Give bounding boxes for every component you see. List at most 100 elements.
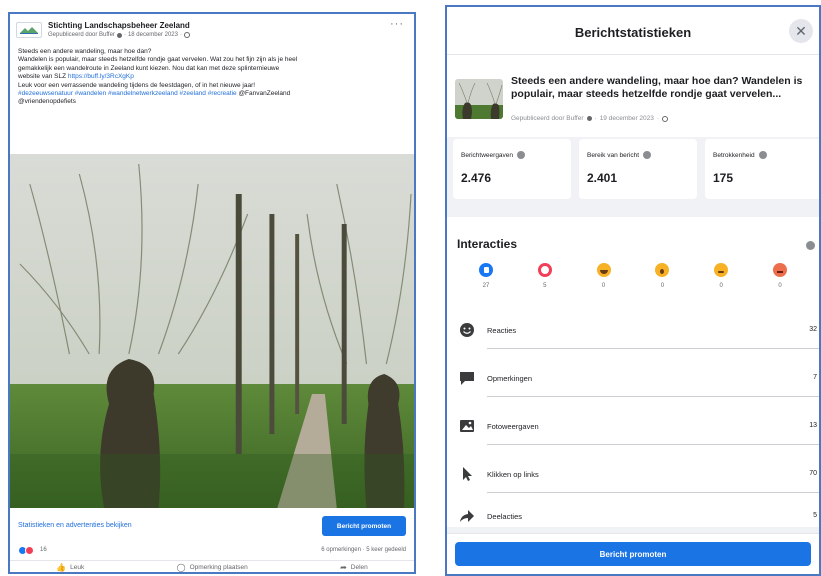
interaction-label: Fotoweergaven bbox=[487, 422, 539, 431]
page-name[interactable]: Stichting Landschapsbeheer Zeeland bbox=[48, 21, 190, 30]
reaction-summary[interactable] bbox=[18, 546, 34, 555]
stat-value: 2.401 bbox=[587, 171, 618, 185]
stat-cards: Berichtweergaven 2.476 Bereik van berich… bbox=[453, 139, 819, 199]
interaction-row-shares[interactable]: Deelacties 5 bbox=[457, 499, 819, 535]
post-preview-text: Steeds een andere wandeling, maar hoe da… bbox=[511, 75, 803, 100]
preview-date: 19 december 2023 bbox=[599, 115, 654, 122]
screenshot-stage: Stichting Landschapsbeheer Zeeland Gepub… bbox=[0, 0, 821, 576]
reaction-angry: 0 bbox=[757, 263, 803, 299]
post-text: Steeds een andere wandeling, maar hoe da… bbox=[18, 48, 410, 107]
stat-label: Bereik van bericht bbox=[587, 151, 640, 159]
reaction-count: 27 bbox=[482, 283, 490, 289]
interaction-label: Deelacties bbox=[487, 512, 523, 521]
post-hashtags[interactable]: #dezeeuwsenatuur #wandelen #wandelnetwer… bbox=[18, 90, 237, 97]
info-icon[interactable] bbox=[643, 151, 652, 159]
more-horizontal-icon[interactable]: ··· bbox=[390, 19, 404, 30]
reaction-count: 0 bbox=[660, 283, 665, 289]
post-photo[interactable] bbox=[10, 154, 414, 508]
share-arrow-icon: ➦ bbox=[340, 563, 347, 572]
reaction-count: 5 bbox=[543, 283, 547, 289]
published-by: Gepubliceerd door Buffer bbox=[48, 32, 115, 38]
stat-card-impressions: Berichtweergaven 2.476 bbox=[453, 139, 571, 199]
interaction-label: Klikken op links bbox=[487, 470, 539, 479]
reaction-breakdown: 27 5 0 0 0 0 bbox=[463, 263, 803, 299]
stat-label: Betrokkenheid bbox=[713, 151, 755, 159]
interaction-label: Reacties bbox=[487, 326, 517, 335]
post-link[interactable]: https://buff.ly/3RcXgKp bbox=[68, 73, 134, 80]
modal-header: Berichtstatistieken ✕ bbox=[447, 7, 819, 55]
info-icon[interactable] bbox=[758, 151, 767, 159]
divider bbox=[487, 396, 819, 397]
post-text-line: gemakkelijk een wandelroute in Zeeland k… bbox=[18, 64, 280, 72]
interaction-value: 5 bbox=[813, 512, 817, 519]
reaction-love: 5 bbox=[522, 263, 568, 299]
promote-post-button[interactable]: Bericht promoten bbox=[455, 542, 811, 566]
divider bbox=[487, 492, 819, 493]
comment-bubble-icon: ◯ bbox=[176, 563, 186, 572]
post-buttons: 👍 Leuk ◯ Opmerking plaatsen ➦ Delen bbox=[10, 560, 414, 572]
facebook-post: Stichting Landschapsbeheer Zeeland Gepub… bbox=[8, 12, 416, 574]
info-icon[interactable] bbox=[806, 241, 815, 250]
smiley-icon bbox=[460, 323, 474, 337]
promote-post-button[interactable]: Bericht promoten bbox=[322, 516, 406, 536]
modal-title: Berichtstatistieken bbox=[574, 25, 692, 40]
comment-icon bbox=[460, 372, 474, 385]
interaction-value: 70 bbox=[809, 470, 817, 477]
interaction-row-comments[interactable]: Opmerkingen 7 bbox=[457, 361, 819, 397]
cursor-icon bbox=[463, 467, 472, 481]
photo-icon bbox=[460, 420, 474, 432]
reaction-like: 27 bbox=[463, 263, 509, 299]
post-date[interactable]: 18 december 2023 bbox=[128, 32, 178, 38]
reaction-count: 0 bbox=[778, 283, 782, 289]
modal-footer: Bericht promoten bbox=[447, 533, 819, 574]
reaction-wow: 0 bbox=[639, 263, 685, 299]
stat-card-engagement: Betrokkenheid 175 bbox=[705, 139, 819, 199]
angry-reaction-icon bbox=[772, 263, 787, 277]
divider bbox=[487, 348, 819, 349]
stat-label: Berichtweergaven bbox=[461, 151, 514, 159]
post-preview[interactable]: Steeds een andere wandeling, maar hoe da… bbox=[447, 55, 819, 137]
like-button-label: Leuk bbox=[70, 564, 85, 571]
comments-shares-count[interactable]: 6 opmerkingen · 5 keer gedeeld bbox=[321, 547, 406, 553]
divider bbox=[487, 444, 819, 445]
preview-published-by: Gepubliceerd door Buffer bbox=[511, 115, 584, 122]
view-insights-link[interactable]: Statistieken en advertenties bekijken bbox=[18, 522, 132, 529]
mention[interactable]: @FanvanZeeland bbox=[238, 90, 290, 97]
post-thumbnail bbox=[455, 79, 503, 119]
interaction-value: 13 bbox=[809, 422, 817, 429]
comment-button[interactable]: ◯ Opmerking plaatsen bbox=[177, 563, 248, 572]
post-text-line: Steeds een andere wandeling, maar hoe da… bbox=[18, 48, 152, 55]
reaction-count[interactable]: 16 bbox=[40, 547, 47, 553]
post-text-line: Wandelen is populair, maar steeds hetzel… bbox=[18, 56, 298, 64]
interaction-row-photo-views[interactable]: Fotoweergaven 13 bbox=[457, 409, 819, 445]
love-reaction-icon bbox=[537, 263, 552, 277]
love-reaction-icon bbox=[25, 546, 34, 555]
page-logo[interactable] bbox=[16, 22, 42, 38]
close-icon[interactable]: ✕ bbox=[789, 19, 813, 43]
post-header: Stichting Landschapsbeheer Zeeland Gepub… bbox=[10, 14, 414, 44]
post-counts: 16 6 opmerkingen · 5 keer gedeeld bbox=[10, 544, 414, 558]
share-button-label: Delen bbox=[350, 564, 368, 571]
post-insights-modal: Berichtstatistieken ✕ Steeds een andere … bbox=[445, 5, 821, 576]
stat-card-reach: Bereik van bericht 2.401 bbox=[579, 139, 697, 199]
interaction-value: 32 bbox=[809, 326, 817, 333]
interactions-section: Interacties 27 5 0 0 0 0 Reacties 32 Opm… bbox=[447, 217, 819, 527]
reaction-count: 0 bbox=[601, 283, 606, 289]
like-reaction-icon bbox=[479, 263, 493, 277]
reaction-sad: 0 bbox=[698, 263, 744, 299]
share-button[interactable]: ➦ Delen bbox=[340, 563, 368, 572]
interaction-row-link-clicks[interactable]: Klikken op links 70 bbox=[457, 457, 819, 493]
post-meta: Gepubliceerd door Buffer · 18 december 2… bbox=[48, 32, 190, 38]
sad-reaction-icon bbox=[714, 263, 729, 277]
post-text-line: website van SLZ bbox=[18, 73, 67, 81]
mention[interactable]: @vriendenopdefiets bbox=[18, 98, 410, 106]
reaction-count: 0 bbox=[719, 283, 723, 289]
info-dot-icon bbox=[586, 116, 592, 121]
interaction-row-reactions[interactable]: Reacties 32 bbox=[457, 313, 819, 349]
share-icon bbox=[460, 510, 474, 522]
info-dot-icon bbox=[116, 32, 122, 38]
interaction-label: Opmerkingen bbox=[487, 374, 533, 383]
info-icon[interactable] bbox=[517, 151, 526, 159]
like-button[interactable]: 👍 Leuk bbox=[56, 563, 84, 572]
globe-icon bbox=[662, 115, 669, 122]
